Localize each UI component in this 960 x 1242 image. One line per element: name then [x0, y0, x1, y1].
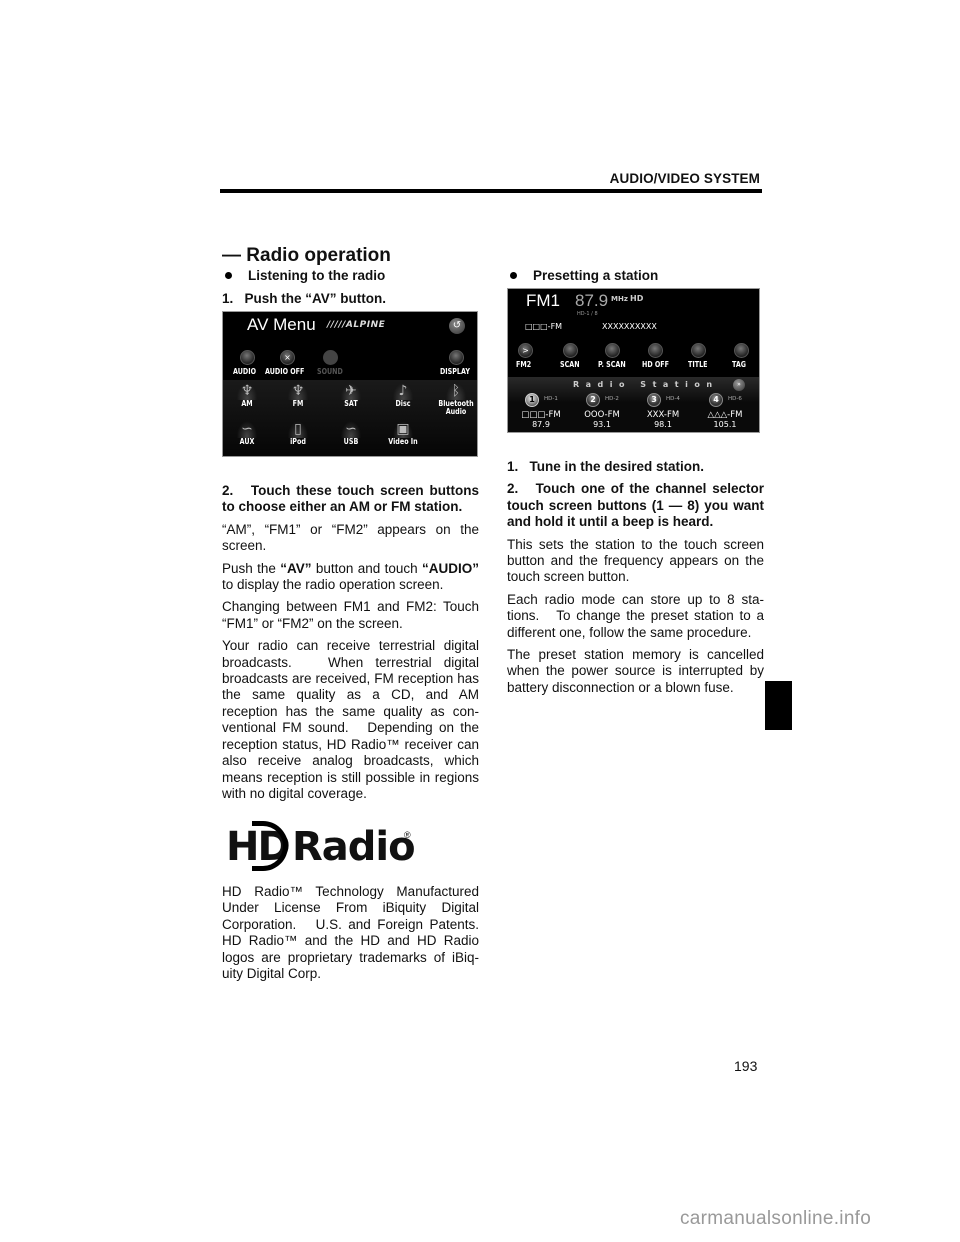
hd-icon: HD: [630, 294, 644, 303]
next-page-icon[interactable]: »: [733, 379, 745, 391]
source-panel: ♆ AM ♆ FM ✈ SAT ♪ Disc ᛒ Bluetooth Audio…: [223, 380, 477, 456]
paragraph: Push the “AV” button and touch “AUDIO” t…: [222, 560, 479, 593]
step-1: 1. Push the “AV” button.: [222, 291, 386, 306]
radio-logo-text: Radio: [292, 824, 416, 870]
source-video-in[interactable]: ▣ Video In: [378, 420, 428, 446]
sound-button: SOUND: [317, 367, 343, 376]
header-rule: [220, 189, 762, 193]
hd-off-knob-icon[interactable]: [648, 343, 663, 358]
paragraph: HD Radio™ Technology Manufactured Under …: [222, 884, 479, 982]
audio-button[interactable]: AUDIO: [233, 367, 256, 376]
source-usb[interactable]: ∽ USB: [326, 420, 376, 446]
station-name: □□□-FM: [525, 322, 563, 331]
step-2: 2. Touch one of the channel selector tou…: [507, 481, 764, 530]
step-2: 2. Touch these touch screen buttons to c…: [222, 483, 479, 515]
bullet-dot-icon: [510, 272, 517, 279]
preset-panel: Radio Station » 1 HD-1 □□□-FM 87.9 2 HD-…: [508, 377, 759, 432]
station-text: XXXXXXXXXX: [602, 322, 657, 331]
paragraph: Your radio can receive terrestrial digit…: [222, 638, 479, 801]
source-sat[interactable]: ✈ SAT: [326, 382, 376, 408]
source-bluetooth-audio[interactable]: ᛒ Bluetooth Audio: [431, 382, 477, 416]
audio-off-knob-icon[interactable]: ×: [280, 350, 295, 365]
back-arrow-icon[interactable]: ↺: [449, 318, 465, 334]
step-1: 1. Tune in the desired station.: [507, 459, 705, 474]
arrow-knob-icon[interactable]: >: [518, 343, 533, 358]
video-in-icon: ▣: [392, 420, 414, 438]
p-scan-button[interactable]: P. SCAN: [598, 360, 626, 369]
usb-cable-icon: ∽: [340, 420, 362, 438]
antenna-icon: ♆: [287, 382, 309, 400]
bullet-label: Presetting a station: [533, 268, 659, 283]
paragraph: Changing between FM1 and FM2: Touch “FM1…: [222, 599, 479, 631]
unit-label: MHz: [611, 295, 628, 303]
hd-channel-indicator: HD-1 / 8: [577, 311, 598, 317]
brand-logo: /////ALPINE: [327, 320, 386, 330]
tag-button[interactable]: TAG: [732, 360, 746, 369]
audio-off-button[interactable]: AUDIO OFF: [265, 367, 304, 376]
source-am[interactable]: ♆ AM: [223, 382, 272, 408]
paragraph: This sets the station to the touch scree…: [507, 536, 764, 585]
hd-off-button[interactable]: HD OFF: [642, 360, 669, 369]
tag-knob-icon[interactable]: [734, 343, 749, 358]
registered-mark: ®: [404, 830, 411, 840]
antenna-icon: ♆: [236, 382, 258, 400]
scan-button[interactable]: SCAN: [560, 360, 580, 369]
title-knob-icon[interactable]: [691, 343, 706, 358]
paragraph: The preset station memory is cancelled w…: [507, 647, 764, 695]
preset-number-icon: 4: [709, 393, 723, 407]
sound-knob-icon: [323, 350, 338, 365]
band-label: FM1: [526, 291, 560, 310]
preset-number-icon: 3: [647, 393, 661, 407]
source-ipod[interactable]: ▯ iPod: [273, 420, 323, 446]
av-menu-screen: AV Menu /////ALPINE ↺ AUDIO × AUDIO OFF …: [222, 311, 478, 457]
hd-radio-logo: HD Radio ®: [224, 820, 424, 874]
bluetooth-icon: ᛒ: [445, 382, 467, 400]
source-disc[interactable]: ♪ Disc: [378, 382, 428, 408]
bullet-listening: Listening to the radio: [222, 268, 385, 283]
display-knob-icon[interactable]: [449, 350, 464, 365]
scan-knob-icon[interactable]: [563, 343, 578, 358]
source-aux[interactable]: ∽ AUX: [223, 420, 272, 446]
preset-panel-title: Radio Station: [573, 380, 719, 389]
bullet-dot-icon: [225, 272, 232, 279]
bullet-label: Listening to the radio: [248, 268, 386, 283]
preset-number-icon: 2: [586, 393, 600, 407]
ipod-icon: ▯: [287, 420, 309, 438]
fm2-button[interactable]: FM2: [516, 360, 531, 369]
radio-screen: FM1 87.9 MHz HD HD-1 / 8 □□□-FM XXXXXXXX…: [507, 288, 760, 433]
title-button[interactable]: TITLE: [688, 360, 707, 369]
frequency-display: 87.9: [575, 291, 609, 310]
page-number: 193: [734, 1058, 758, 1074]
disc-icon: ♪: [392, 382, 414, 400]
cable-icon: ∽: [236, 420, 258, 438]
audio-knob-icon[interactable]: [240, 350, 255, 365]
pscan-knob-icon[interactable]: [605, 343, 620, 358]
paragraph: Each radio mode can store up to 8 sta-ti…: [507, 591, 764, 640]
satellite-icon: ✈: [340, 382, 362, 400]
chapter-thumb-tab: [765, 681, 792, 730]
paragraph: “AM”, “FM1” or “FM2” appears on the scre…: [222, 521, 479, 554]
source-fm[interactable]: ♆ FM: [273, 382, 323, 408]
running-head: AUDIO/VIDEO SYSTEM: [609, 171, 760, 186]
watermark: carmanualsonline.info: [680, 1208, 872, 1229]
preset-number-icon: 1: [525, 393, 539, 407]
bullet-presetting: Presetting a station: [507, 268, 658, 283]
display-button[interactable]: DISPLAY: [440, 367, 470, 376]
section-title: — Radio operation: [222, 245, 391, 266]
av-menu-title: AV Menu: [247, 315, 316, 334]
